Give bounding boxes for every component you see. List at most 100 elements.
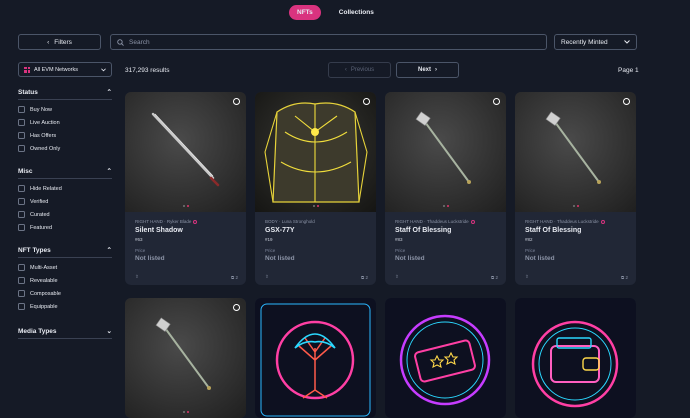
filter-option[interactable]: Hide Related — [18, 182, 112, 195]
chevron-left-icon: ‹ — [47, 38, 50, 46]
filter-option[interactable]: Verified — [18, 195, 112, 208]
price-value: Not listed — [135, 255, 165, 262]
card-title: GSX-77Y — [265, 227, 295, 234]
pagination: ‹ Previous Next › — [328, 62, 459, 78]
card-number: #83 — [395, 237, 403, 242]
filter-option[interactable]: Composable — [18, 287, 112, 300]
nft-image — [515, 298, 636, 418]
option-label: Composable — [30, 290, 61, 297]
divider — [18, 178, 112, 179]
card-info: BODY · Luna Stronghold GSX-77Y #19 Price… — [255, 212, 376, 285]
nft-card[interactable] — [385, 298, 506, 418]
checkbox[interactable] — [18, 211, 25, 218]
nft-card[interactable]: RIGHT HAND · Thaddeus Luckstride Staff O… — [515, 92, 636, 285]
filter-option[interactable]: Has Offers — [18, 129, 112, 142]
chevron-right-icon: › — [435, 67, 437, 73]
tab-collections[interactable]: Collections — [331, 5, 382, 20]
upload-icon[interactable]: ⇧ — [395, 274, 399, 280]
option-label: Revealable — [30, 277, 58, 284]
upload-icon[interactable]: ⇧ — [135, 274, 139, 280]
nft-image — [385, 92, 506, 212]
results-count: 317,293 results — [125, 67, 170, 74]
price-label: Price — [135, 248, 146, 253]
nft-image — [515, 92, 636, 212]
divider — [18, 338, 112, 339]
checkbox[interactable] — [18, 224, 25, 231]
price-label: Price — [525, 248, 536, 253]
neon-tree-icon — [260, 303, 371, 417]
card-subtitle: BODY · Luna Stronghold — [265, 219, 366, 224]
select-circle-icon[interactable] — [363, 98, 370, 105]
option-label: Hide Related — [30, 185, 62, 192]
network-selector[interactable]: All EVM Networks — [18, 62, 112, 77]
copies-count: ⧉ 2 — [491, 274, 498, 280]
nft-card[interactable] — [255, 298, 376, 418]
checkbox[interactable] — [18, 119, 25, 126]
tab-nfts[interactable]: NFTs — [289, 5, 321, 20]
filter-section-status: Status ⌃ Buy Now Live Auction Has Offers … — [18, 86, 112, 155]
price-label: Price — [265, 248, 276, 253]
option-label: Featured — [30, 224, 53, 231]
section-header[interactable]: NFT Types ⌃ — [18, 244, 112, 256]
nft-card[interactable]: RIGHT HAND · Ryker Blade Silent Shadow #… — [125, 92, 246, 285]
nft-card[interactable] — [515, 298, 636, 418]
upload-icon[interactable]: ⇧ — [525, 274, 529, 280]
staff-icon — [545, 111, 601, 184]
copies-count-text: 2 — [495, 274, 498, 280]
checkbox[interactable] — [18, 290, 25, 297]
filter-option[interactable]: Equippable — [18, 300, 112, 313]
filter-option[interactable]: Curated — [18, 208, 112, 221]
price-label: Price — [395, 248, 406, 253]
filter-option[interactable]: Revealable — [18, 274, 112, 287]
card-subtitle-text: RIGHT HAND · Thaddeus Luckstride — [395, 219, 469, 224]
card-subtitle-text: RIGHT HAND · Thaddeus Luckstride — [525, 219, 599, 224]
option-label: Has Offers — [30, 132, 57, 139]
section-header[interactable]: Misc ⌃ — [18, 165, 112, 177]
checkbox[interactable] — [18, 303, 25, 310]
copies-count: ⧉ 2 — [361, 274, 368, 280]
filter-option[interactable]: Featured — [18, 221, 112, 234]
nft-card[interactable]: RIGHT HAND · Thaddeus Luckstride Staff O… — [385, 92, 506, 285]
search-input[interactable]: Search — [110, 34, 547, 50]
next-label: Next — [417, 67, 431, 73]
filter-option[interactable]: Buy Now — [18, 103, 112, 116]
card-info: RIGHT HAND · Ryker Blade Silent Shadow #… — [125, 212, 246, 285]
search-icon — [117, 38, 124, 46]
card-footer: ⇧ ⧉ 2 — [525, 274, 628, 280]
section-header[interactable]: Status ⌃ — [18, 86, 112, 98]
select-circle-icon[interactable] — [233, 304, 240, 311]
filter-option[interactable]: Owned Only — [18, 142, 112, 155]
page-indicator: Page 1 — [618, 67, 639, 74]
checkbox[interactable] — [18, 264, 25, 271]
filter-option[interactable]: Multi-Asset — [18, 261, 112, 274]
networks-grid-icon — [24, 66, 30, 73]
next-page-button[interactable]: Next › — [396, 62, 459, 78]
chevron-up-icon: ⌃ — [106, 247, 112, 254]
chevron-down-icon: ⌄ — [106, 328, 112, 335]
filter-option[interactable]: Live Auction — [18, 116, 112, 129]
select-circle-icon[interactable] — [233, 98, 240, 105]
filter-sidebar: Status ⌃ Buy Now Live Auction Has Offers … — [18, 86, 112, 342]
select-circle-icon[interactable] — [493, 98, 500, 105]
select-circle-icon[interactable] — [623, 98, 630, 105]
checkbox[interactable] — [18, 185, 25, 192]
card-footer: ⇧ ⧉ 2 — [135, 274, 238, 280]
checkbox[interactable] — [18, 198, 25, 205]
card-subtitle: RIGHT HAND · Ryker Blade — [135, 219, 236, 224]
divider — [18, 257, 112, 258]
checkbox[interactable] — [18, 277, 25, 284]
upload-icon[interactable]: ⇧ — [265, 274, 269, 280]
carousel-dots — [572, 205, 579, 207]
section-header[interactable]: Media Types ⌄ — [18, 325, 112, 337]
checkbox[interactable] — [18, 132, 25, 139]
divider — [18, 99, 112, 100]
previous-page-button[interactable]: ‹ Previous — [328, 62, 391, 78]
section-title: Media Types — [18, 327, 57, 335]
neon-wallet-icon — [531, 320, 619, 408]
nft-card[interactable]: BODY · Luna Stronghold GSX-77Y #19 Price… — [255, 92, 376, 285]
nft-card[interactable] — [125, 298, 246, 418]
checkbox[interactable] — [18, 106, 25, 113]
filters-button[interactable]: ‹ Filters — [18, 34, 101, 50]
sort-dropdown[interactable]: Recently Minted — [554, 34, 637, 50]
checkbox[interactable] — [18, 145, 25, 152]
